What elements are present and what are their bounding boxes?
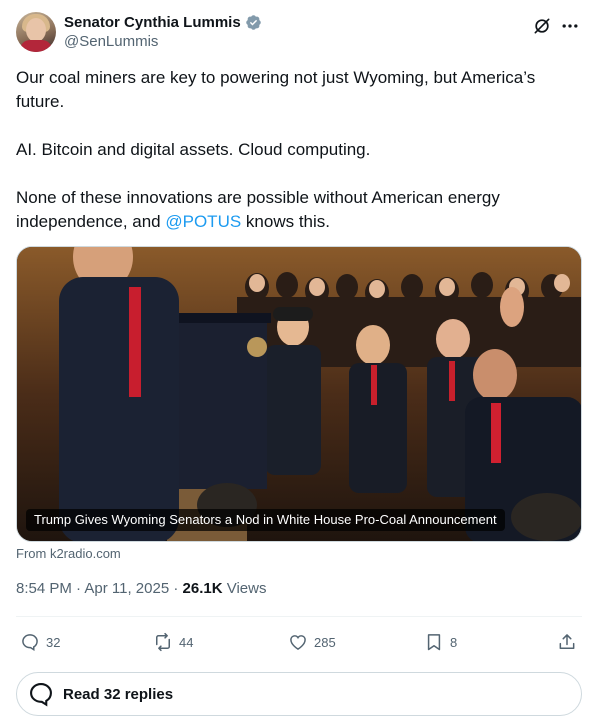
tweet-text: Our coal miners are key to powering not … [16,66,576,234]
tweet-meta: 8:54 PM · Apr 11, 2025 · 26.1K Views [16,580,266,597]
bookmark-icon [427,634,441,651]
tweet-paragraph-1: Our coal miners are key to powering not … [16,68,536,111]
mention-link[interactable]: @POTUS [165,212,241,231]
tweet-paragraph-3-end: knows this. [241,212,330,231]
share-icon [559,634,575,649]
reply-button[interactable]: 32 [20,630,60,654]
divider-top [16,616,582,617]
author-name-row[interactable]: Senator Cynthia Lummis [64,12,262,32]
reply-icon [22,634,38,651]
tweet-header: Senator Cynthia Lummis @SenLummis [16,12,582,56]
link-card-image[interactable] [16,246,582,542]
like-count: 285 [314,634,336,650]
heart-icon [290,635,306,650]
verified-badge-icon [245,14,261,30]
author-name[interactable]: Senator Cynthia Lummis [64,14,241,31]
read-replies-button[interactable]: Read 32 replies [16,672,582,716]
like-button[interactable]: 285 [288,630,336,654]
meta-separator: · [169,580,183,597]
news-photo [17,247,581,541]
views-label: Views [222,580,267,597]
repost-count: 44 [179,634,194,650]
author-avatar[interactable] [16,12,56,52]
reply-count: 32 [46,634,61,650]
repost-button[interactable]: 44 [153,630,193,654]
repost-icon [156,632,170,652]
tweet-paragraph-3: None of these innovations are possible w… [16,186,576,234]
link-card-caption[interactable]: Trump Gives Wyoming Senators a Nod in Wh… [26,509,505,531]
share-button[interactable] [557,630,577,654]
link-card-source[interactable]: From k2radio.com [16,546,121,561]
author-handle[interactable]: @SenLummis [64,33,158,50]
grok-icon[interactable] [532,16,552,36]
action-bar: 32 44 285 8 [16,630,582,654]
post-date[interactable]: Apr 11, 2025 [84,580,169,597]
tweet-paragraph-2: AI. Bitcoin and digital assets. Cloud co… [16,140,371,159]
post-time[interactable]: 8:54 PM [16,580,72,597]
replies-chat-icon [30,683,52,707]
meta-separator: · [71,580,85,597]
more-options-icon[interactable] [560,16,580,36]
views-count: 26.1K [182,580,223,597]
read-replies-label: Read 32 replies [63,685,174,703]
bookmark-button[interactable]: 8 [424,630,457,654]
bookmark-count: 8 [450,634,458,650]
